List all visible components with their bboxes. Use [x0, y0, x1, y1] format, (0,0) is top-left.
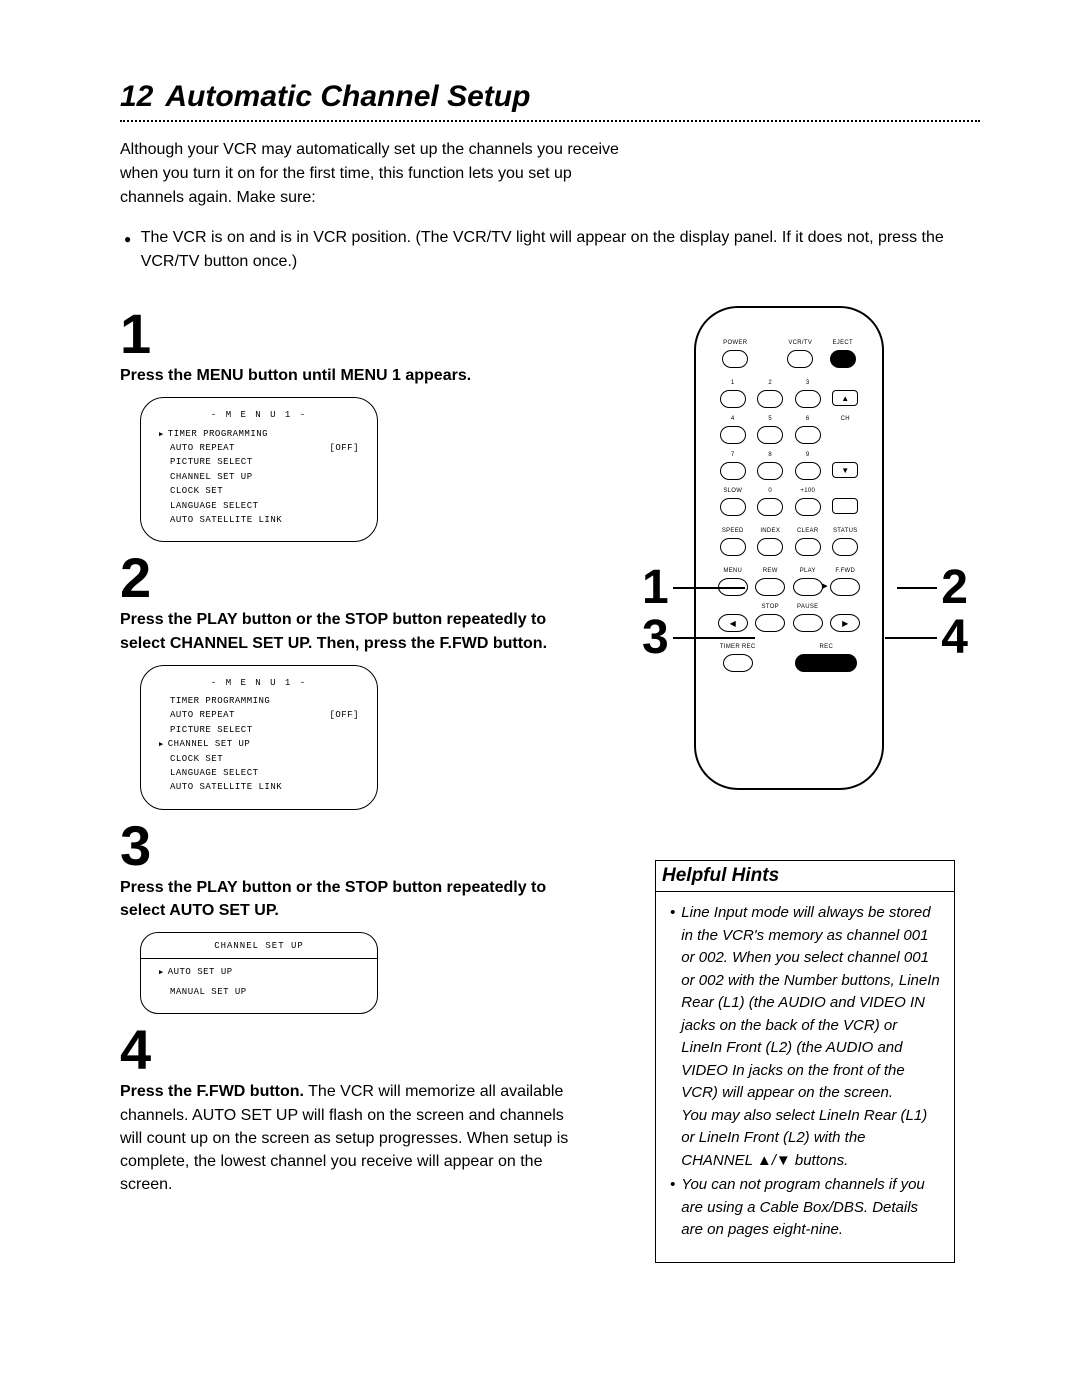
remote-button	[787, 350, 813, 368]
hint-item: •Line Input mode will always be stored i…	[670, 902, 940, 1172]
page-number: 12	[120, 80, 153, 114]
remote-rec-button	[795, 654, 857, 672]
remote-button	[795, 390, 821, 408]
remote-body: POWER VCR/TV EJECT 1 2 3 ▲	[694, 306, 884, 790]
remote-button	[832, 498, 858, 514]
step-body: Press the F.FWD button. The VCR will mem…	[120, 1080, 590, 1196]
right-column: POWER VCR/TV EJECT 1 2 3 ▲	[630, 298, 980, 1263]
remote-callout-4: 4	[885, 610, 968, 665]
remote-button	[832, 538, 858, 556]
remote-button	[720, 462, 746, 480]
remote-illustration: POWER VCR/TV EJECT 1 2 3 ▲	[660, 306, 950, 806]
step-number: 1	[120, 306, 590, 362]
step-heading: Press the MENU button until MENU 1 appea…	[120, 364, 590, 387]
remote-stop-button	[755, 614, 785, 632]
title-divider	[120, 120, 980, 122]
remote-button	[757, 390, 783, 408]
remote-callout-2: 2	[897, 560, 968, 615]
osd-channel-setup: CHANNEL SET UP AUTO SET UP MANUAL SET UP	[140, 932, 378, 1014]
intro-bullet-list: The VCR is on and is in VCR position. (T…	[124, 226, 980, 274]
remote-callout-1: 1	[642, 560, 745, 615]
remote-button	[757, 426, 783, 444]
remote-play-button: ▶	[793, 578, 823, 596]
helpful-hints-box: Helpful Hints •Line Input mode will alwa…	[655, 860, 955, 1263]
remote-button	[795, 498, 821, 516]
intro-bullet: The VCR is on and is in VCR position. (T…	[124, 226, 980, 274]
remote-button	[795, 462, 821, 480]
page-title-row: 12 Automatic Channel Setup	[120, 80, 980, 114]
osd-menu1-a: - M E N U 1 - TIMER PROGRAMMING AUTO REP…	[140, 397, 378, 542]
step-number: 4	[120, 1022, 590, 1078]
remote-button	[720, 426, 746, 444]
remote-ffwd-button	[830, 578, 860, 596]
step-lead: Press the F.FWD button.	[120, 1083, 304, 1100]
remote-button	[722, 350, 748, 368]
remote-button	[720, 390, 746, 408]
step-number: 3	[120, 818, 590, 874]
remote-button	[720, 538, 746, 556]
helpful-hints-title: Helpful Hints	[656, 860, 954, 892]
step-number: 2	[120, 550, 590, 606]
hint-item: •You can not program channels if you are…	[670, 1174, 940, 1242]
remote-button	[755, 578, 785, 596]
remote-button	[795, 538, 821, 556]
remote-button: ▼	[832, 462, 858, 478]
remote-button	[793, 614, 823, 632]
steps-column: 1 Press the MENU button until MENU 1 app…	[120, 298, 590, 1263]
remote-button	[757, 462, 783, 480]
step-heading: Press the PLAY button or the STOP button…	[120, 876, 590, 922]
page-title: Automatic Channel Setup	[165, 80, 530, 114]
intro-paragraph: Although your VCR may automatically set …	[120, 138, 640, 210]
step-heading: Press the PLAY button or the STOP button…	[120, 608, 590, 654]
remote-button	[830, 350, 856, 368]
intro-bullet-text: The VCR is on and is in VCR position. (T…	[141, 226, 980, 274]
osd-title: - M E N U 1 -	[159, 408, 359, 422]
remote-button	[757, 498, 783, 516]
remote-button	[757, 538, 783, 556]
bullet-icon	[124, 226, 133, 274]
remote-button: ▲	[832, 390, 858, 406]
osd-menu1-b: - M E N U 1 - TIMER PROGRAMMING AUTO REP…	[140, 665, 378, 810]
remote-button	[795, 426, 821, 444]
remote-button: ▶	[830, 614, 860, 632]
remote-callout-3: 3	[642, 610, 755, 665]
osd-title: CHANNEL SET UP	[141, 939, 377, 958]
osd-title: - M E N U 1 -	[159, 676, 359, 690]
remote-button	[720, 498, 746, 516]
